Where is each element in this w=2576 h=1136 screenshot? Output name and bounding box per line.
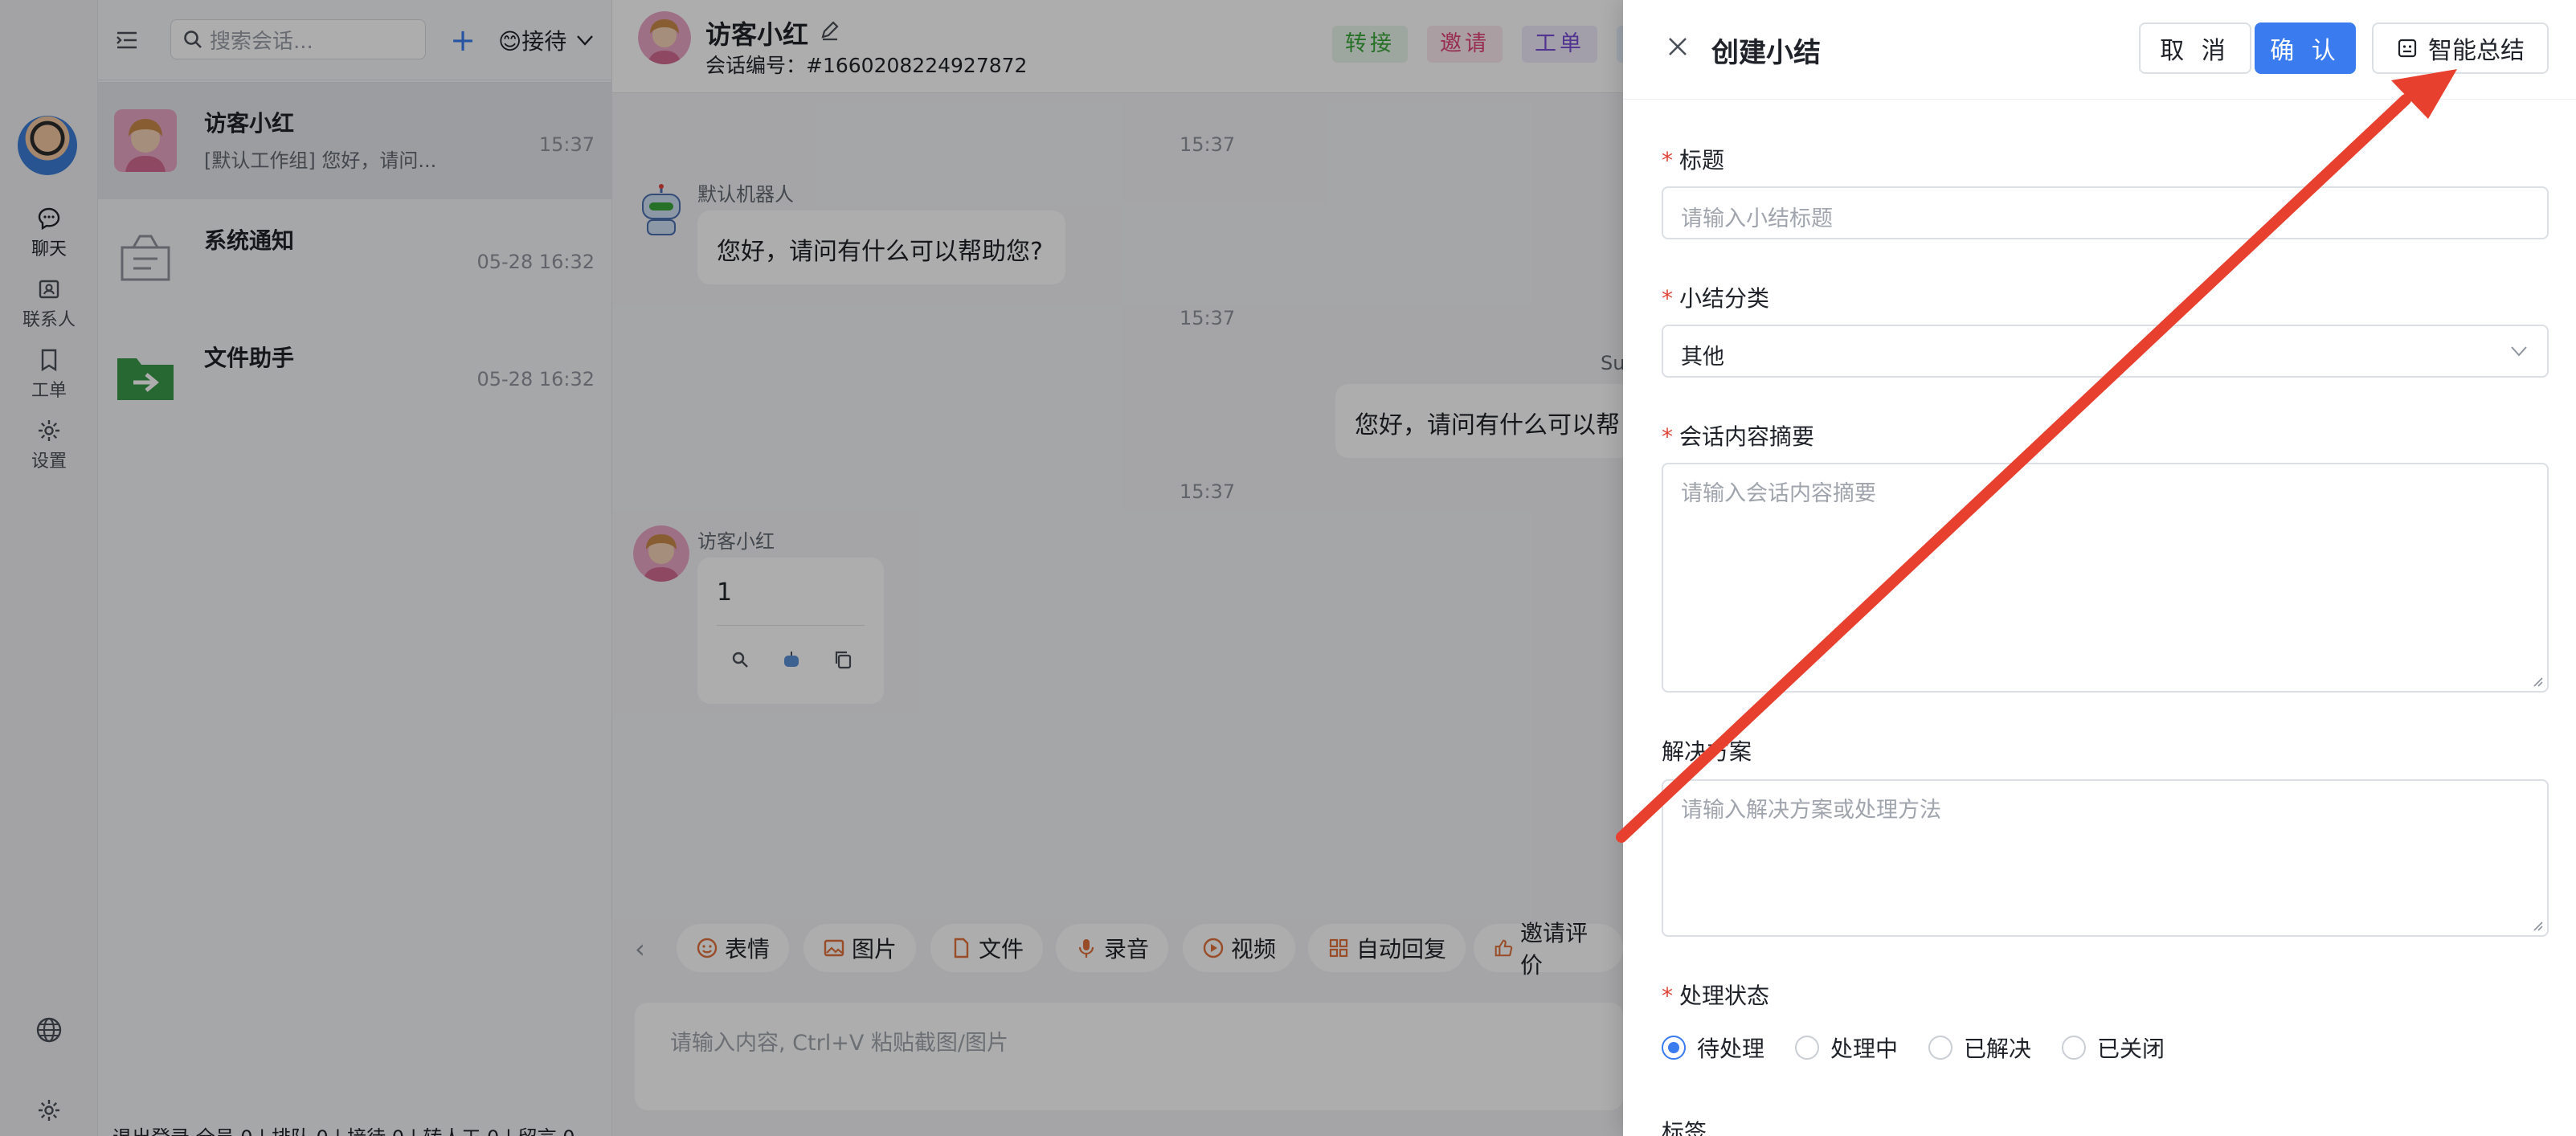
title-field-label: * 标题: [1662, 147, 1725, 174]
radio-dot: [1928, 1036, 1953, 1060]
resize-handle-icon[interactable]: [2531, 919, 2544, 932]
close-icon[interactable]: [1665, 34, 1691, 59]
radio-dot: [1662, 1036, 1686, 1060]
status-radio-resolved[interactable]: 已解决: [1928, 1032, 2031, 1064]
status-radio-processing[interactable]: 处理中: [1795, 1032, 1898, 1064]
summary-placeholder: 请输入会话内容摘要: [1681, 481, 1876, 506]
title-input[interactable]: 请输入小结标题: [1662, 186, 2549, 239]
required-mark: *: [1662, 983, 1673, 1009]
modal-overlay[interactable]: [0, 0, 1623, 1136]
category-select[interactable]: 其他: [1662, 325, 2549, 378]
cancel-button[interactable]: 取 消: [2139, 22, 2251, 74]
required-mark: *: [1662, 285, 1673, 312]
confirm-button[interactable]: 确 认: [2255, 22, 2356, 74]
solution-placeholder: 请输入解决方案或处理方法: [1681, 798, 1941, 823]
tags-field-label: 标签: [1662, 1119, 1707, 1136]
status-field-label: * 处理状态: [1662, 983, 1770, 1009]
radio-dot: [2062, 1036, 2087, 1060]
required-mark: *: [1662, 147, 1673, 174]
status-radio-closed[interactable]: 已关闭: [2062, 1032, 2165, 1064]
resize-handle-icon[interactable]: [2531, 675, 2544, 688]
create-summary-drawer: 创建小结 取 消 确 认 智能总结 * 标题 请输入小结标题 * 小结分类 其他 *…: [1623, 0, 2576, 1136]
solution-textarea[interactable]: 请输入解决方案或处理方法: [1662, 779, 2549, 937]
summary-textarea[interactable]: 请输入会话内容摘要: [1662, 463, 2549, 693]
ai-summary-label: 智能总结: [2428, 37, 2525, 65]
title-placeholder: 请输入小结标题: [1681, 206, 1833, 231]
category-field-label: * 小结分类: [1662, 285, 1770, 312]
summary-field-label: * 会话内容摘要: [1662, 423, 1815, 450]
required-mark: *: [1662, 423, 1673, 450]
robot-icon: [2398, 39, 2417, 58]
drawer-header: 创建小结 取 消 确 认 智能总结: [1623, 0, 2576, 100]
drawer-title: 创建小结: [1711, 37, 1821, 69]
status-radio-group: 待处理 处理中 已解决 已关闭: [1662, 1032, 2165, 1064]
app-window: 聊天 联系人 工单 设置 搜索会话... + 😊接待 访客小红 [默认工作组] …: [0, 0, 2576, 1136]
chevron-down-icon: [2511, 346, 2527, 357]
solution-field-label: 解决方案: [1662, 738, 1752, 765]
status-radio-pending[interactable]: 待处理: [1662, 1032, 1764, 1064]
ai-summary-button[interactable]: 智能总结: [2372, 22, 2549, 74]
radio-dot: [1795, 1036, 1820, 1060]
category-value: 其他: [1681, 345, 1724, 370]
